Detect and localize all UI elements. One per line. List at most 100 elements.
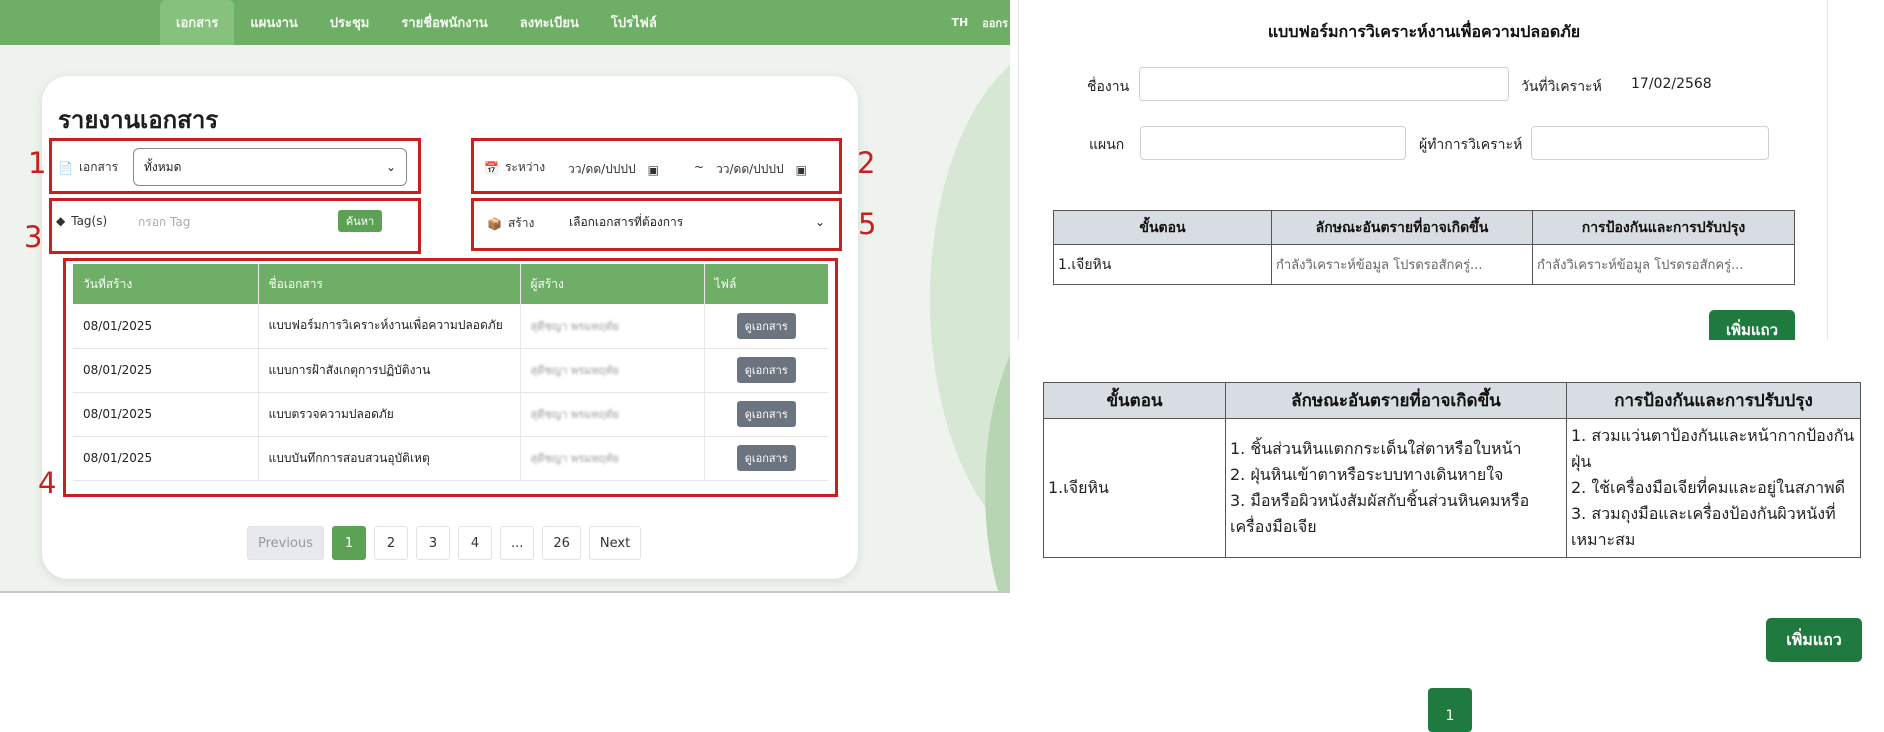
pagination-page-26[interactable]: 26 bbox=[542, 526, 581, 560]
column-header-prevention: การป้องกันและการปรับปรุง bbox=[1566, 382, 1861, 419]
table-row: 08/01/2025 แบบฟอร์มการวิเคราะห์งานเพื่อค… bbox=[73, 304, 828, 349]
job-name-input[interactable] bbox=[1139, 67, 1509, 101]
prevention-item: 2. ใช้เครื่องมือเจียที่คมและอยู่ในสภาพดี bbox=[1571, 478, 1846, 497]
column-header-step: ขั้นตอน bbox=[1043, 382, 1226, 419]
tab-register[interactable]: ลงทะเบียน bbox=[504, 0, 595, 45]
analysis-result: ขั้นตอน ลักษณะอันตรายที่อาจเกิดขึ้น การป… bbox=[1010, 340, 1884, 732]
date-to-input[interactable]: วว/ดด/ปปปป ▣ bbox=[716, 160, 807, 179]
pagination: Previous 1 2 3 4 ... 26 Next bbox=[247, 526, 642, 560]
create-document-select[interactable]: เลือกเอกสารที่ต้องการ ⌄ bbox=[558, 204, 836, 240]
annotation-number-4: 4 bbox=[38, 466, 57, 500]
document-type-select[interactable]: ทั้งหมด ⌄ bbox=[133, 148, 407, 186]
top-navigation: เอกสาร แผนงาน ประชุม รายชื่อพนักงาน ลงทะ… bbox=[0, 0, 1010, 45]
row-date: 08/01/2025 bbox=[73, 348, 259, 393]
analysis-table-result: ขั้นตอน ลักษณะอันตรายที่อาจเกิดขึ้น การป… bbox=[1043, 382, 1861, 558]
step-cell[interactable]: 1.เจียหิน bbox=[1053, 244, 1272, 285]
tab-profile[interactable]: โปรไฟล์ bbox=[595, 0, 673, 45]
calendar-icon[interactable]: ▣ bbox=[648, 163, 659, 177]
pagination-page-3[interactable]: 3 bbox=[415, 526, 450, 560]
chevron-down-icon: ⌄ bbox=[814, 215, 825, 229]
pagination-ellipsis: ... bbox=[499, 526, 535, 560]
prevention-item: 1. สวมแว่นตาป้องกันและหน้ากากป้องกันฝุ่น bbox=[1571, 426, 1855, 471]
annotation-number-2: 2 bbox=[857, 146, 876, 180]
pagination-page-1[interactable]: 1 bbox=[331, 526, 366, 560]
column-header-hazard: ลักษณะอันตรายที่อาจเกิดขึ้น bbox=[1225, 382, 1567, 419]
calendar-icon: 📅 bbox=[484, 160, 499, 175]
safety-analysis-form: แบบฟอร์มการวิเคราะห์งานเพื่อความปลอดภัย … bbox=[1018, 0, 1828, 340]
hazard-item: 1. ชิ้นส่วนหินแตกกระเด็นใส่ตาหรือใบหน้า bbox=[1230, 439, 1522, 458]
analysis-date-value: 17/02/2568 bbox=[1631, 76, 1712, 92]
view-document-button[interactable]: ดูเอกสาร bbox=[736, 312, 796, 339]
pagination-page-1[interactable]: 1 bbox=[1428, 688, 1472, 732]
table-row: 08/01/2025 แบบการฝ้าสังเกตุการปฏิบัติงาน… bbox=[73, 348, 828, 393]
chevron-down-icon: ⌄ bbox=[385, 160, 396, 174]
language-switch[interactable]: TH bbox=[952, 16, 969, 29]
column-header-creator: ผู้สร้าง bbox=[520, 264, 705, 304]
add-row-button[interactable]: เพิ่มแถว bbox=[1766, 618, 1862, 662]
analyst-label: ผู้ทำการวิเคราะห์ bbox=[1419, 137, 1523, 153]
pagination-page-2[interactable]: 2 bbox=[373, 526, 408, 560]
search-button[interactable]: ค้นหา bbox=[338, 210, 382, 232]
table-row: 1.เจียหิน กำลังวิเคราะห์ข้อมูล โปรดรอสัก… bbox=[1053, 244, 1795, 285]
pagination-page-4[interactable]: 4 bbox=[457, 526, 492, 560]
row-date: 08/01/2025 bbox=[73, 392, 259, 437]
column-header-step: ขั้นตอน bbox=[1053, 210, 1272, 245]
department-label: แผนก bbox=[1089, 137, 1125, 153]
column-header-prevention: การป้องกันและการปรับปรุง bbox=[1532, 210, 1795, 245]
table-row: 08/01/2025 แบบตรวจความปลอดภัย สุดีชญา พร… bbox=[73, 392, 828, 437]
row-document-name: แบบการฝ้าสังเกตุการปฏิบัติงาน bbox=[258, 348, 521, 393]
view-document-button[interactable]: ดูเอกสาร bbox=[736, 357, 796, 383]
pagination-next[interactable]: Next bbox=[588, 526, 642, 560]
prevention-cell-loading[interactable]: กำลังวิเคราะห์ข้อมูล โปรดรอสักครู่... bbox=[1532, 244, 1795, 285]
document-filter-label: 📄 เอกสาร bbox=[58, 160, 119, 175]
row-date: 08/01/2025 bbox=[73, 436, 259, 481]
prevention-item: 3. สวมถุงมือและเครื่องป้องกันผิวหนังที่เ… bbox=[1571, 504, 1836, 549]
tab-documents[interactable]: เอกสาร bbox=[160, 0, 235, 45]
date-range-label: 📅 ระหว่าง bbox=[484, 160, 546, 175]
hazard-item: 3. มือหรือผิวหนังสัมผัสกับชิ้นส่วนหินคมห… bbox=[1230, 491, 1530, 536]
logout-link[interactable]: ออกร bbox=[982, 14, 1008, 32]
hazard-cell[interactable]: 1. ชิ้นส่วนหินแตกกระเด็นใส่ตาหรือใบหน้า … bbox=[1225, 418, 1567, 558]
tab-plans[interactable]: แผนงาน bbox=[234, 0, 313, 45]
document-table: วันที่สร้าง ชื่อเอกสาร ผู้สร้าง ไฟล์ 08/… bbox=[73, 264, 828, 481]
annotation-number-3: 3 bbox=[24, 220, 43, 254]
annotation-number-1: 1 bbox=[28, 146, 47, 180]
row-creator: สุดีชญา พรมหฤทัย bbox=[520, 348, 705, 393]
tab-meetings[interactable]: ประชุม bbox=[314, 0, 386, 45]
row-creator: สุดีชญา พรมหฤทัย bbox=[520, 304, 705, 349]
department-input[interactable] bbox=[1140, 126, 1406, 160]
tag-icon: ◆ bbox=[56, 214, 66, 228]
hazard-cell-loading[interactable]: กำลังวิเคราะห์ข้อมูล โปรดรอสักครู่... bbox=[1271, 244, 1533, 285]
calendar-icon[interactable]: ▣ bbox=[796, 163, 807, 177]
column-header-date: วันที่สร้าง bbox=[73, 264, 259, 304]
document-report-screenshot: เอกสาร แผนงาน ประชุม รายชื่อพนักงาน ลงทะ… bbox=[0, 0, 1010, 593]
column-header-hazard: ลักษณะอันตรายที่อาจเกิดขึ้น bbox=[1271, 210, 1533, 245]
tag-input[interactable]: กรอก Tag bbox=[130, 204, 320, 240]
table-row: 08/01/2025 แบบบันทึกการสอบสวนอุบัติเหตุ … bbox=[73, 436, 828, 481]
tag-filter-label: ◆ Tag(s) bbox=[56, 214, 108, 228]
analyst-input[interactable] bbox=[1531, 126, 1769, 160]
annotation-number-5: 5 bbox=[858, 207, 877, 241]
table-header-row: วันที่สร้าง ชื่อเอกสาร ผู้สร้าง ไฟล์ bbox=[73, 264, 828, 304]
view-document-button[interactable]: ดูเอกสาร bbox=[736, 445, 796, 471]
row-date: 08/01/2025 bbox=[73, 304, 259, 349]
step-cell[interactable]: 1.เจียหิน bbox=[1043, 418, 1226, 558]
job-name-label: ชื่องาน bbox=[1087, 79, 1130, 95]
page-title: รายงานเอกสาร bbox=[58, 106, 219, 134]
table-header-row: ขั้นตอน ลักษณะอันตรายที่อาจเกิดขึ้น การป… bbox=[1043, 382, 1861, 419]
date-from-input[interactable]: วว/ดด/ปปปป ▣ bbox=[568, 160, 659, 179]
form-title: แบบฟอร์มการวิเคราะห์งานเพื่อความปลอดภัย bbox=[1267, 22, 1581, 41]
analysis-table-loading: ขั้นตอน ลักษณะอันตรายที่อาจเกิดขึ้น การป… bbox=[1053, 210, 1795, 285]
document-add-icon: 📦 bbox=[487, 216, 502, 231]
row-creator: สุดีชญา พรมหฤทัย bbox=[520, 436, 705, 481]
create-document-label: 📦 สร้าง bbox=[487, 216, 535, 231]
add-row-button[interactable]: เพิ่มแถว bbox=[1709, 310, 1795, 340]
view-document-button[interactable]: ดูเอกสาร bbox=[736, 401, 796, 427]
row-document-name: แบบฟอร์มการวิเคราะห์งานเพื่อความปลอดภัย bbox=[258, 304, 521, 349]
tab-employees[interactable]: รายชื่อพนักงาน bbox=[385, 0, 503, 45]
table-header-row: ขั้นตอน ลักษณะอันตรายที่อาจเกิดขึ้น การป… bbox=[1053, 210, 1795, 245]
column-header-file: ไฟล์ bbox=[704, 264, 828, 304]
prevention-cell[interactable]: 1. สวมแว่นตาป้องกันและหน้ากากป้องกันฝุ่น… bbox=[1566, 418, 1861, 558]
row-document-name: แบบบันทึกการสอบสวนอุบัติเหตุ bbox=[258, 436, 521, 481]
pagination-previous[interactable]: Previous bbox=[247, 526, 324, 560]
